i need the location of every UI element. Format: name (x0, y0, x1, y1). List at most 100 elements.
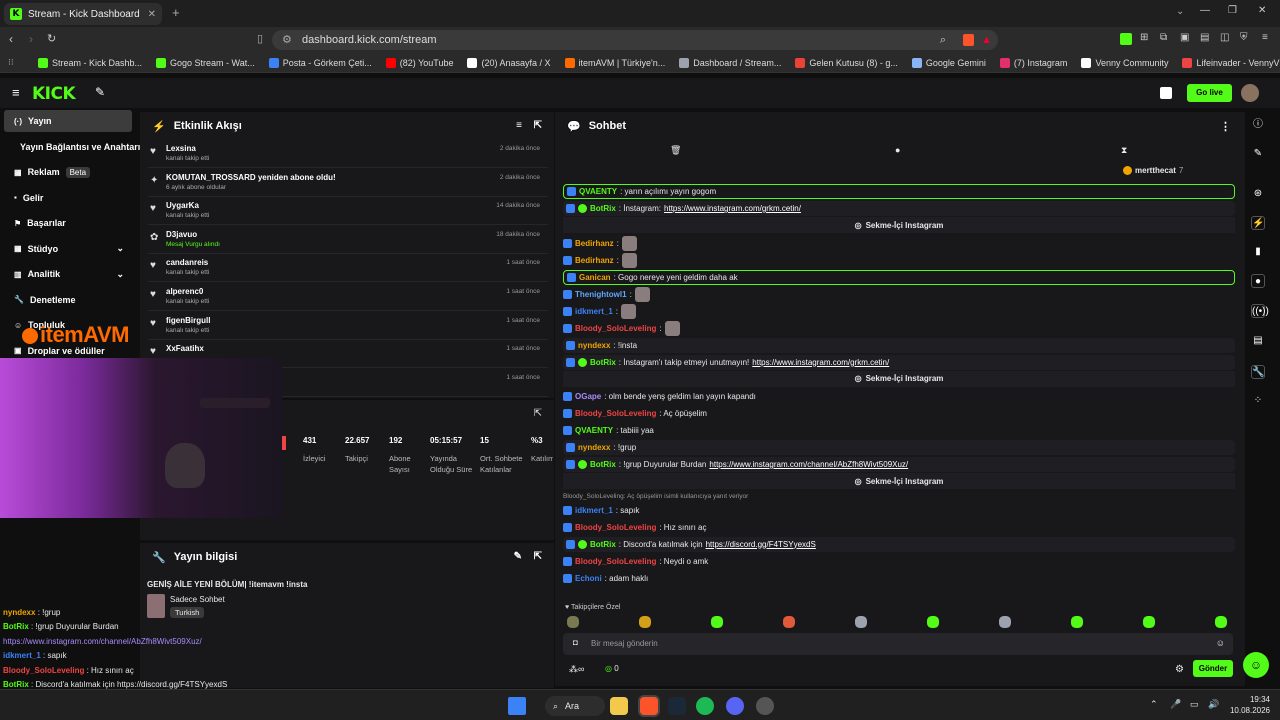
send-button[interactable]: Gönder (1193, 660, 1233, 677)
chat-username[interactable]: BotRix (590, 460, 616, 469)
browser-tab[interactable]: K Stream - Kick Dashboard ✕ (4, 3, 162, 25)
close-tab-icon[interactable]: ✕ (148, 9, 156, 20)
chat-input[interactable]: ◘ Bir mesaj gönderin ☺ (563, 633, 1233, 655)
emote-icon[interactable] (855, 616, 867, 628)
close-window-icon[interactable]: ✕ (1258, 5, 1266, 16)
edit-icon[interactable]: ✎ (1251, 147, 1265, 161)
steam-icon[interactable] (668, 697, 686, 715)
channel-points[interactable]: ◎ 0 (605, 664, 619, 673)
bookmark-item[interactable]: Venny Community (1081, 57, 1168, 68)
pin-icon[interactable]: ✎ (95, 85, 105, 99)
bookmark-item[interactable]: itemAVM | Türkiye'n... (564, 57, 665, 68)
sidebar-item[interactable]: Yayın Bağlantısı ve Anahtarı (4, 136, 140, 158)
chat-link[interactable]: https://www.instagram.com/channel/AbZfh8… (709, 460, 908, 469)
chat-username[interactable]: Bedirhanz (575, 256, 614, 265)
zoom-icon[interactable]: ⌕ (940, 30, 946, 50)
bookmark-item[interactable]: (82) YouTube (385, 57, 453, 68)
sidebar-item[interactable]: ▪ Gelir (4, 187, 132, 209)
emote-icon[interactable] (1215, 616, 1227, 628)
back-icon[interactable]: ‹ (9, 32, 13, 46)
share-icon[interactable]: ⁘ (1251, 394, 1265, 408)
kick-extension-icon[interactable] (1120, 33, 1132, 45)
sidebar-item[interactable]: (·) Yayın (4, 110, 132, 132)
chat-username[interactable]: Bedirhanz (575, 239, 614, 248)
address-input[interactable]: ⚙ dashboard.kick.com/stream ⌕ ▲ (272, 30, 998, 50)
brave-icon[interactable] (640, 697, 658, 715)
wrench-icon[interactable]: 🔧 (1251, 365, 1265, 379)
popout-icon[interactable]: ⇱ (534, 120, 542, 131)
popout-icon[interactable]: ⇱ (534, 408, 542, 419)
avatar[interactable] (1241, 84, 1259, 102)
chat-username[interactable]: idkmert_1 (575, 506, 613, 515)
chat-username[interactable]: nyndexx (578, 443, 610, 452)
in-tab-instagram-button[interactable]: ◎ Sekme-İçi Instagram (563, 370, 1235, 387)
chat-username[interactable]: Echoni (575, 574, 602, 583)
sidebar-item[interactable]: ▦ Reklam Beta (4, 161, 132, 183)
menu-icon[interactable]: ≡ (1262, 32, 1268, 43)
kick-logo[interactable]: KICK (32, 84, 76, 104)
microphone-icon[interactable]: 🎤 (1170, 699, 1181, 710)
slow-mode-icon[interactable]: ⧗ (1121, 145, 1127, 156)
extension-icon[interactable]: ⊞ (1140, 32, 1148, 43)
vpn-icon[interactable]: ◫ (1220, 32, 1229, 43)
sidebar-item[interactable]: ▥ Analitik ⌄ (4, 263, 132, 285)
bookmark-item[interactable]: Stream - Kick Dashb... (38, 57, 142, 68)
discord-icon[interactable] (726, 697, 744, 715)
new-tab-icon[interactable]: + (172, 5, 180, 20)
extension-icon[interactable]: ⧉ (1160, 32, 1167, 43)
emote-icon[interactable] (567, 616, 579, 628)
chat-username[interactable]: QVAENTY (575, 426, 613, 435)
windows-start-icon[interactable] (508, 697, 526, 715)
sidebar-item[interactable]: 🔧 Denetleme (4, 289, 132, 311)
broadcast-icon[interactable]: ((•)) (1251, 304, 1269, 318)
hamburger-menu-icon[interactable]: ≡ (12, 85, 20, 100)
support-chat-button[interactable]: ☺ (1243, 652, 1269, 678)
chat-link[interactable]: https://www.instagram.com/grkm.cetin/ (752, 358, 889, 367)
chat-username[interactable]: Bloody_SoloLeveling (575, 557, 656, 566)
chat-username[interactable]: idkmert_1 (575, 307, 613, 316)
tab-list-icon[interactable]: ⌄ (1176, 6, 1184, 17)
file-explorer-icon[interactable] (610, 697, 628, 715)
minimize-icon[interactable]: — (1200, 5, 1210, 16)
chat-username[interactable]: Bloody_SoloLeveling (575, 409, 656, 418)
document-icon[interactable]: ▮ (1251, 245, 1265, 259)
chat-link[interactable]: https://www.instagram.com/grkm.cetin/ (664, 204, 801, 213)
app-icon[interactable] (756, 697, 774, 715)
popout-icon[interactable]: ⇱ (534, 551, 542, 562)
emote-icon[interactable] (783, 616, 795, 628)
tray-overflow-icon[interactable]: ⌃ (1150, 699, 1158, 710)
chat-username[interactable]: BotRix (590, 204, 616, 213)
chevron-down-icon[interactable]: ⌄ (116, 243, 124, 254)
bookmark-item[interactable]: Lifeinvader - VennyV (1182, 57, 1280, 68)
chat-username[interactable]: BotRix (590, 540, 616, 549)
trash-icon[interactable]: 🗑 (670, 145, 681, 156)
chat-username[interactable]: BotRix (590, 358, 616, 367)
bookmark-item[interactable]: Gogo Stream - Wat... (156, 57, 255, 68)
stack-icon[interactable]: ▤ (1251, 334, 1265, 348)
emote-icon[interactable] (999, 616, 1011, 628)
forward-icon[interactable]: › (29, 32, 33, 46)
bookmark-item[interactable]: Dashboard / Stream... (679, 57, 781, 68)
chat-link[interactable]: https://discord.gg/F4TSYyexdS (706, 540, 816, 549)
target-icon[interactable]: ⊛ (1251, 187, 1265, 201)
reload-icon[interactable]: ↻ (47, 32, 56, 45)
bookmark-item[interactable]: Google Gemini (911, 57, 986, 68)
clock[interactable]: 19:34 10.08.2026 (1228, 694, 1270, 716)
bookmark-item[interactable]: Gelen Kutusu (8) - g... (795, 57, 898, 68)
volume-icon[interactable]: 🔊 (1208, 699, 1219, 710)
more-options-icon[interactable]: ⋮ (1220, 120, 1231, 133)
sidebar-item[interactable]: ⚑ Başarılar (4, 212, 132, 234)
emote-icon[interactable] (711, 616, 723, 628)
brave-rewards-icon[interactable]: ▲ (981, 30, 992, 50)
activity-icon[interactable]: ⚡ (1251, 216, 1265, 230)
wallet-icon[interactable]: ▤ (1200, 32, 1209, 43)
chat-username[interactable]: Thenightowl1 (575, 290, 627, 299)
chat-username[interactable]: OGape (575, 392, 601, 401)
in-tab-instagram-button[interactable]: ◎ Sekme-İçi Instagram (563, 473, 1235, 489)
chat-mode-icon[interactable]: ● (895, 145, 900, 155)
chat-username[interactable]: nyndexx (578, 341, 610, 350)
sidebar-toggle-icon[interactable]: ▣ (1180, 32, 1189, 43)
emote-icon[interactable] (1143, 616, 1155, 628)
emote-icon[interactable] (639, 616, 651, 628)
taskbar-search[interactable]: ⌕ Ara (545, 696, 605, 716)
